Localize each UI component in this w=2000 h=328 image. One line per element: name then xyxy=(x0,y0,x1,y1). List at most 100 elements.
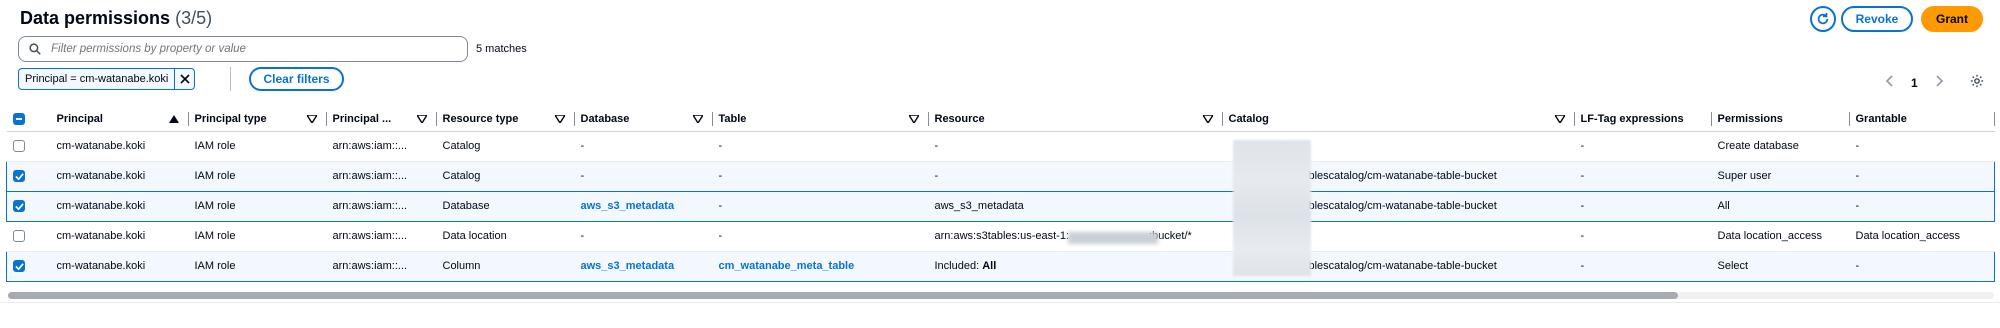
filter-token-label: Principal = cm-watanabe.koki xyxy=(25,73,169,85)
cell-resource-type: Data location xyxy=(436,221,575,252)
redacted-account-blur xyxy=(1068,232,1158,244)
column-header-principal[interactable]: Principal xyxy=(50,107,189,132)
select-all-header[interactable] xyxy=(6,107,51,132)
cell-grantable: Data location_access xyxy=(1849,221,1995,252)
cell-principal: cm-watanabe.koki xyxy=(50,250,189,282)
preferences-button[interactable] xyxy=(1970,74,1984,91)
resource-prefix: arn:aws:s3tables:us-east-1: xyxy=(934,230,1070,242)
column-header-resource[interactable]: Resource xyxy=(928,107,1223,132)
prev-page-button[interactable] xyxy=(1885,75,1895,90)
cell-resource-type: Database xyxy=(436,190,575,222)
row-select-cell[interactable] xyxy=(6,190,51,222)
table-link[interactable]: cm_watanabe_meta_table xyxy=(719,260,855,272)
column-header-label: Grantable xyxy=(1855,112,1907,125)
filter-divider xyxy=(230,67,231,91)
page-title-text: Data permissions xyxy=(20,8,171,28)
table-row[interactable]: cm-watanabe.koki IAM role arn:aws:iam::.… xyxy=(6,131,1995,162)
cell-table: - xyxy=(712,131,929,162)
cell-principal-arn: arn:aws:iam::... xyxy=(326,250,437,282)
pagination: 1 xyxy=(1885,74,1984,91)
sort-icon xyxy=(554,107,565,130)
refresh-button[interactable] xyxy=(1810,6,1836,32)
column-header-lf-tag-expressions[interactable]: LF-Tag expressions xyxy=(1574,107,1712,132)
row-select-cell[interactable] xyxy=(6,131,51,162)
permissions-table-container: Principal Principal type Principal ... R… xyxy=(6,107,1996,303)
sort-icon xyxy=(692,107,703,130)
row-select-cell[interactable] xyxy=(6,160,51,192)
row-checkbox[interactable] xyxy=(13,260,25,273)
row-select-cell[interactable] xyxy=(6,221,51,252)
grant-button[interactable]: Grant xyxy=(1921,6,1983,32)
table-row[interactable]: cm-watanabe.koki IAM role arn:aws:iam::.… xyxy=(6,160,1995,192)
database-link[interactable]: aws_s3_metadata xyxy=(581,260,675,272)
column-resizer[interactable] xyxy=(1993,112,1995,126)
cell-grantable: - xyxy=(1849,190,1995,222)
cell-principal-arn: arn:aws:iam::... xyxy=(326,190,437,222)
sort-icon xyxy=(416,107,427,130)
remove-token-button[interactable] xyxy=(174,69,194,89)
column-header-label: LF-Tag expressions xyxy=(1580,112,1684,125)
table-header-row: Principal Principal type Principal ... R… xyxy=(6,107,1995,132)
table-row[interactable]: cm-watanabe.koki IAM role arn:aws:iam::.… xyxy=(6,190,1995,222)
cell-principal: cm-watanabe.koki xyxy=(50,131,189,162)
cell-database: aws_s3_metadata xyxy=(574,190,713,222)
cell-table: - xyxy=(712,221,929,252)
column-header-grantable[interactable]: Grantable xyxy=(1849,107,1995,132)
column-header-principal-arn[interactable]: Principal ... xyxy=(326,107,437,132)
column-header-table[interactable]: Table xyxy=(712,107,929,132)
sort-icon xyxy=(1554,107,1565,130)
resource-included-label: Included: xyxy=(934,260,983,272)
checkmark-icon xyxy=(14,202,24,210)
column-header-label: Table xyxy=(718,112,747,125)
close-icon xyxy=(180,74,190,84)
cell-lf-tag: - xyxy=(1574,131,1712,162)
cell-permissions: Data location_access xyxy=(1711,221,1850,252)
column-header-label: Catalog xyxy=(1228,112,1269,125)
cell-lf-tag: - xyxy=(1574,221,1712,252)
column-header-resource-type[interactable]: Resource type xyxy=(436,107,575,132)
cell-grantable: - xyxy=(1849,250,1995,282)
table-row[interactable]: cm-watanabe.koki IAM role arn:aws:iam::.… xyxy=(6,221,1995,252)
column-header-label: Principal ... xyxy=(332,112,392,125)
column-header-catalog[interactable]: Catalog xyxy=(1222,107,1575,132)
filter-input[interactable] xyxy=(49,42,449,56)
cell-principal: cm-watanabe.koki xyxy=(50,221,189,252)
cell-table: - xyxy=(712,190,929,222)
cell-resource-type: Catalog xyxy=(436,131,575,162)
revoke-button[interactable]: Revoke xyxy=(1841,6,1913,32)
filter-token: Principal = cm-watanabe.koki xyxy=(18,68,196,90)
cell-principal-type: IAM role xyxy=(188,221,327,252)
cell-permissions: All xyxy=(1711,190,1850,222)
container-bottom-border xyxy=(0,302,2000,303)
cell-table: cm_watanabe_meta_table xyxy=(712,250,929,282)
row-checkbox[interactable] xyxy=(12,230,25,243)
column-header-label: Database xyxy=(580,112,630,125)
cell-resource: - xyxy=(928,160,1223,192)
clear-filters-button[interactable]: Clear filters xyxy=(249,67,344,91)
database-link[interactable]: aws_s3_metadata xyxy=(581,200,675,212)
row-select-cell[interactable] xyxy=(6,250,51,282)
checkmark-icon xyxy=(14,172,24,180)
cell-principal-type: IAM role xyxy=(188,160,327,192)
filter-search[interactable] xyxy=(18,36,468,62)
chevron-right-icon xyxy=(1936,75,1943,87)
cell-principal-arn: arn:aws:iam::... xyxy=(326,221,437,252)
column-header-principal-type[interactable]: Principal type xyxy=(188,107,327,132)
page-number[interactable]: 1 xyxy=(1911,76,1918,90)
row-checkbox[interactable] xyxy=(13,170,25,183)
column-header-label: Principal type xyxy=(194,112,267,125)
horizontal-scrollbar-thumb[interactable] xyxy=(8,292,1678,299)
select-all-checkbox[interactable] xyxy=(12,112,25,125)
redacted-catalog-id xyxy=(1233,140,1311,276)
column-header-database[interactable]: Database xyxy=(574,107,713,132)
cell-lf-tag: - xyxy=(1574,160,1712,192)
row-checkbox[interactable] xyxy=(13,200,25,213)
column-header-permissions[interactable]: Permissions xyxy=(1711,107,1850,132)
refresh-icon xyxy=(1817,12,1829,25)
row-checkbox[interactable] xyxy=(12,140,25,153)
cell-database: - xyxy=(574,131,713,162)
search-icon xyxy=(29,43,41,55)
table-row[interactable]: cm-watanabe.koki IAM role arn:aws:iam::.… xyxy=(6,250,1995,282)
next-page-button[interactable] xyxy=(1934,75,1944,90)
cell-lf-tag: - xyxy=(1574,190,1712,222)
